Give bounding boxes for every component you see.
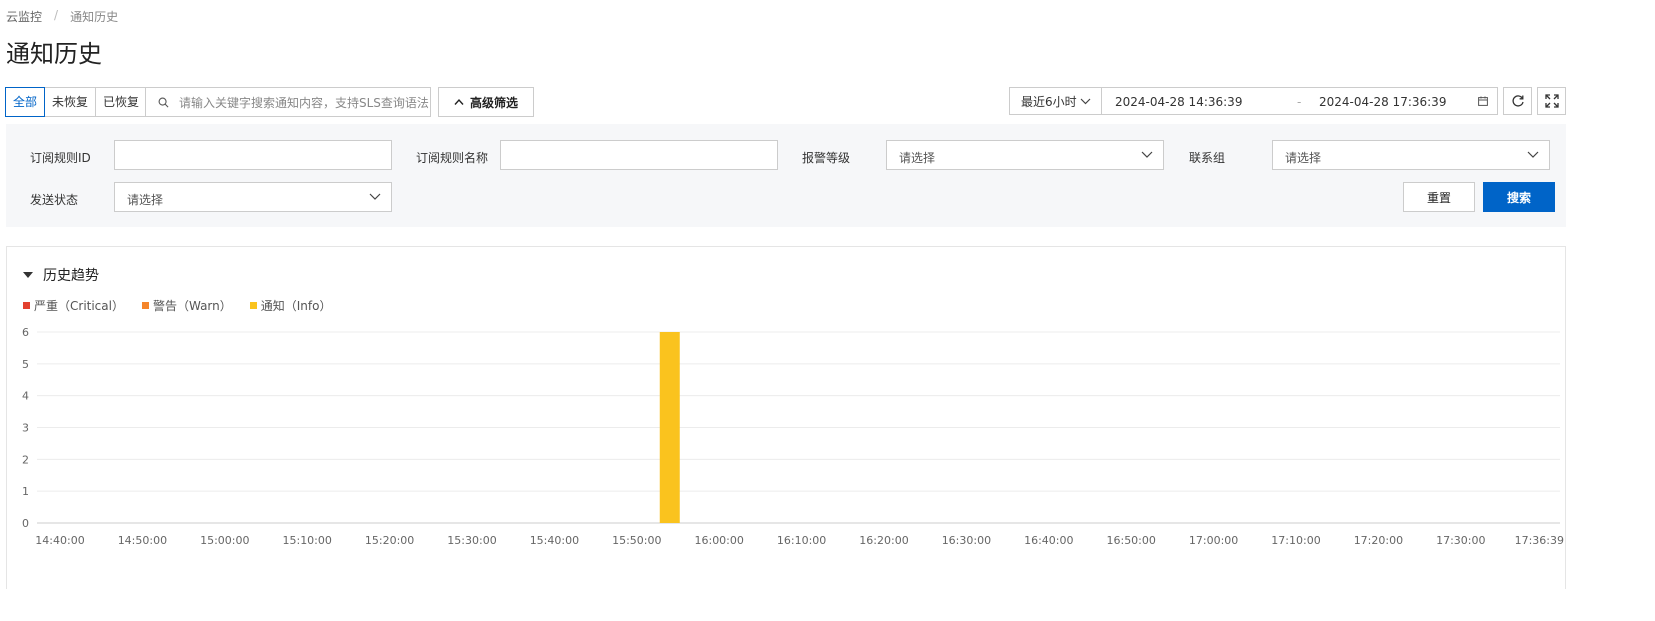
breadcrumb: 云监控 / 通知历史 [6, 8, 118, 25]
chevron-down-icon [1527, 151, 1539, 158]
x-tick-label: 16:20:00 [859, 534, 908, 547]
history-trend-chart: 0 1 2 3 4 5 6 14:40:00 14:50:00 15:00:00 15:10:00 1… [22, 326, 1564, 547]
alert-level-placeholder: 请选择 [899, 151, 936, 165]
x-tick-label: 16:00:00 [694, 534, 743, 547]
page-title: 通知历史 [6, 40, 102, 68]
x-tick-label: 15:50:00 [612, 534, 661, 547]
search-input[interactable]: 请输入关键字搜索通知内容，支持SLS查询语法 [145, 87, 431, 117]
status-option-unrecovered[interactable]: 未恢复 [44, 87, 97, 117]
time-range-start[interactable]: 2024-04-28 14:36:39 [1115, 95, 1242, 109]
legend-item-info[interactable]: 通知（Info） [249, 297, 332, 314]
breadcrumb-parent-link[interactable]: 云监控 [6, 8, 42, 25]
calendar-icon[interactable] [1478, 96, 1488, 106]
y-tick-label: 2 [22, 453, 29, 466]
legend-swatch-warn [141, 302, 149, 309]
legend-label-info: 通知（Info） [260, 299, 332, 313]
y-tick-label: 4 [22, 390, 29, 403]
x-tick-label: 16:40:00 [1024, 534, 1073, 547]
breadcrumb-separator: / [54, 8, 59, 22]
caret-down-icon [23, 271, 33, 278]
advanced-filter-label: 高级筛选 [469, 95, 518, 110]
y-tick-label: 1 [22, 485, 29, 498]
status-filter: 全部 未恢复 已恢复 [5, 87, 148, 117]
x-tick-label: 14:40:00 [35, 534, 84, 547]
legend-swatch-info [249, 302, 257, 309]
legend-label-critical: 严重（Critical） [34, 299, 124, 313]
y-tick-label: 3 [22, 422, 29, 435]
status-option-all[interactable]: 全部 [5, 87, 46, 117]
legend-item-warn[interactable]: 警告（Warn） [141, 297, 232, 314]
fullscreen-icon [1544, 94, 1559, 108]
search-button[interactable]: 搜索 [1483, 182, 1555, 212]
x-tick-label: 16:50:00 [1106, 534, 1155, 547]
send-status-placeholder: 请选择 [127, 193, 164, 207]
reset-button[interactable]: 重置 [1403, 182, 1475, 212]
legend-label-warn: 警告（Warn） [152, 299, 232, 313]
history-trend-card: 历史趋势 严重（Critical） 警告（Warn） 通知（Info） 0 1 2 3… [6, 246, 1566, 589]
contact-group-select[interactable]: 请选择 [1272, 140, 1550, 170]
chevron-down-icon [1141, 151, 1153, 158]
contact-group-label: 联系组 [1189, 151, 1226, 165]
bar-info [659, 332, 680, 523]
x-tick-label: 15:20:00 [365, 534, 414, 547]
x-tick-label: 17:20:00 [1354, 534, 1403, 547]
x-tick-label: 17:30:00 [1436, 534, 1485, 547]
refresh-icon [1511, 95, 1524, 107]
breadcrumb-current: 通知历史 [70, 10, 119, 24]
x-tick-label: 15:00:00 [200, 534, 249, 547]
send-status-select[interactable]: 请选择 [114, 182, 392, 212]
time-range-end[interactable]: 2024-04-28 17:36:39 [1319, 95, 1446, 109]
rule-name-label: 订阅规则名称 [416, 151, 489, 165]
y-tick-label: 5 [22, 358, 29, 371]
time-range-separator: - [1297, 95, 1302, 109]
send-status-label: 发送状态 [30, 193, 79, 207]
x-tick-label: 17:10:00 [1271, 534, 1320, 547]
x-tick-label: 17:36:39 [1515, 534, 1564, 547]
legend-item-critical[interactable]: 严重（Critical） [23, 297, 124, 314]
x-tick-label: 16:30:00 [942, 534, 991, 547]
history-trend-title: 历史趋势 [43, 268, 99, 284]
rule-name-input[interactable] [500, 140, 778, 170]
x-tick-label: 17:00:00 [1189, 534, 1238, 547]
y-tick-label: 0 [22, 517, 29, 530]
x-tick-label: 15:10:00 [282, 534, 331, 547]
x-tick-label: 14:50:00 [118, 534, 167, 547]
x-tick-label: 16:10:00 [777, 534, 826, 547]
time-range-picker[interactable]: 2024-04-28 14:36:39 - 2024-04-28 17:36:3… [1102, 87, 1498, 115]
search-icon [158, 97, 169, 107]
advanced-filter-button[interactable]: 高级筛选 [438, 87, 534, 117]
chevron-up-icon [454, 98, 464, 105]
rule-id-label: 订阅规则ID [30, 151, 91, 165]
fullscreen-button[interactable] [1537, 87, 1566, 115]
alert-level-label: 报警等级 [802, 151, 851, 165]
status-option-recovered[interactable]: 已恢复 [95, 87, 148, 117]
x-tick-label: 15:30:00 [447, 534, 496, 547]
search-placeholder: 请输入关键字搜索通知内容，支持SLS查询语法 [179, 95, 429, 110]
legend-swatch-critical [23, 302, 30, 309]
chevron-down-icon [369, 193, 381, 200]
x-tick-label: 15:40:00 [530, 534, 579, 547]
alert-level-select[interactable]: 请选择 [886, 140, 1164, 170]
refresh-button[interactable] [1503, 87, 1532, 115]
y-tick-label: 6 [22, 326, 29, 339]
time-range-preset-value: 最近6小时 [1021, 94, 1077, 109]
time-range-preset-select[interactable]: 最近6小时 [1009, 87, 1102, 115]
chart-legend: 严重（Critical） 警告（Warn） 通知（Info） [23, 297, 331, 314]
rule-id-input[interactable] [114, 140, 392, 170]
contact-group-placeholder: 请选择 [1285, 151, 1322, 165]
history-trend-header[interactable]: 历史趋势 [23, 265, 99, 285]
chevron-down-icon [1080, 98, 1091, 104]
